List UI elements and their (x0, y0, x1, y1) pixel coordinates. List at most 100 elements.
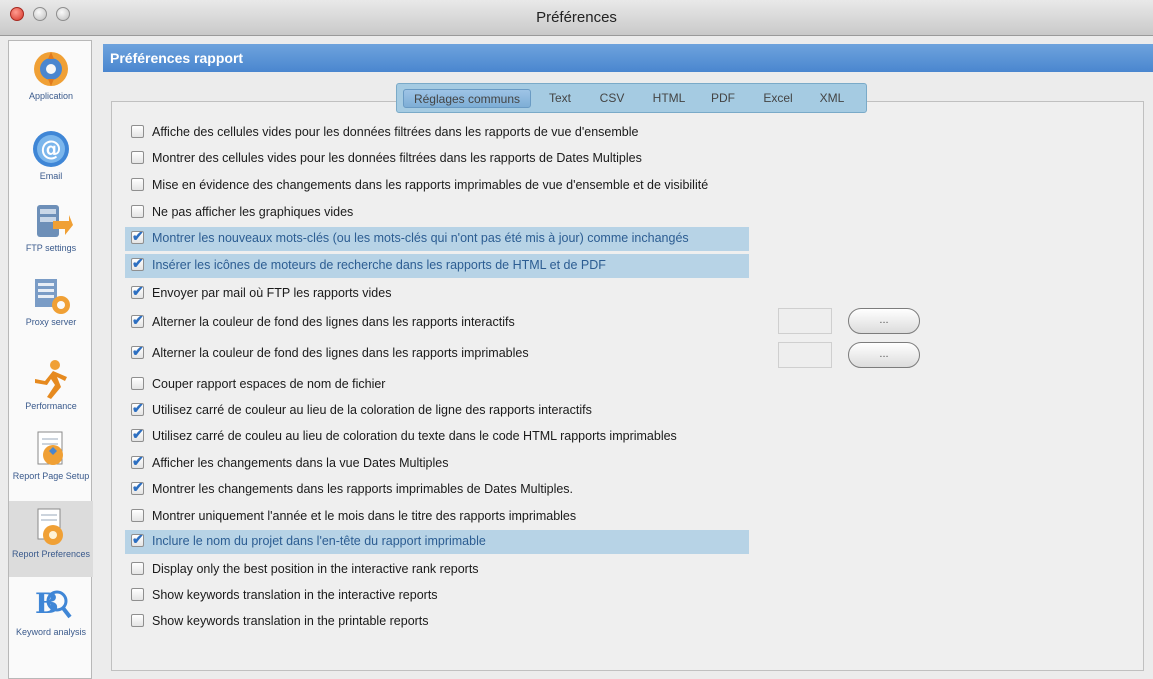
option-checkbox[interactable] (131, 228, 144, 245)
option-label: Utilisez carré de couleu au lieu de colo… (152, 429, 677, 443)
sidebar-item-performance[interactable]: Performance (9, 357, 93, 423)
tab-text[interactable]: Text (539, 89, 581, 108)
option-checkbox[interactable] (131, 283, 144, 300)
preferences-window: Préférences Application @ Email FTP sett… (0, 0, 1153, 679)
option-checkbox[interactable] (131, 125, 144, 138)
option-label: Montrer les nouveaux mots-clés (ou les m… (152, 231, 689, 245)
tab-reglages-communs[interactable]: Réglages communs (403, 89, 531, 108)
tab-pdf[interactable]: PDF (703, 89, 743, 108)
tab-excel[interactable]: Excel (753, 89, 803, 108)
printable-color-button[interactable]: ... (848, 342, 920, 368)
section-header: Préférences rapport (103, 44, 1153, 72)
option-row[interactable]: Afficher les changements dans la vue Dat… (130, 452, 870, 476)
sidebar-label: Proxy server (25, 317, 77, 327)
page-setup-icon (37, 431, 63, 465)
option-row[interactable]: Affiche des cellules vides pour les donn… (130, 121, 870, 145)
option-checkbox[interactable] (131, 509, 144, 522)
option-label: Montrer des cellules vides pour les donn… (152, 151, 642, 165)
option-label: Couper rapport espaces de nom de fichier (152, 377, 386, 391)
option-checkbox[interactable] (131, 178, 144, 191)
interactive-color-well[interactable] (778, 308, 832, 334)
tab-bar: Réglages communs Text CSV HTML PDF Excel… (396, 83, 867, 113)
option-checkbox[interactable] (131, 479, 144, 496)
sidebar-label: Performance (25, 401, 77, 411)
sidebar-label: FTP settings (25, 243, 77, 253)
tab-xml[interactable]: XML (811, 89, 853, 108)
option-row[interactable]: Ne pas afficher les graphiques vides (130, 201, 870, 225)
application-icon (34, 52, 68, 86)
option-checkbox[interactable] (131, 531, 144, 548)
report-preferences-icon (37, 508, 63, 545)
ftp-icon (37, 205, 73, 237)
option-checkbox[interactable] (131, 562, 144, 575)
option-row[interactable]: Utilisez carré de couleu au lieu de colo… (130, 425, 870, 449)
option-checkbox[interactable] (131, 312, 144, 329)
option-row[interactable]: Mise en évidence des changements dans le… (130, 174, 870, 198)
option-row[interactable]: Envoyer par mail où FTP les rapports vid… (130, 282, 870, 306)
option-label: Inclure le nom du projet dans l'en-tête … (152, 534, 486, 548)
option-row[interactable]: Alterner la couleur de fond des lignes d… (130, 342, 870, 366)
option-label: Afficher les changements dans la vue Dat… (152, 456, 449, 470)
option-checkbox[interactable] (131, 205, 144, 218)
option-row[interactable]: Show keywords translation in the interac… (130, 584, 870, 608)
printable-color-well[interactable] (778, 342, 832, 368)
option-row[interactable]: Alterner la couleur de fond des lignes d… (130, 311, 870, 335)
option-label: Alterner la couleur de fond des lignes d… (152, 346, 529, 360)
tab-csv[interactable]: CSV (591, 89, 633, 108)
sidebar-item-report-page-setup[interactable]: Report Page Setup (9, 427, 93, 495)
option-label: Display only the best position in the in… (152, 562, 479, 576)
option-row[interactable]: Insérer les icônes de moteurs de recherc… (125, 254, 749, 278)
option-checkbox[interactable] (131, 255, 144, 272)
sidebar-item-proxy-server[interactable]: Proxy server (9, 273, 93, 343)
option-checkbox[interactable] (131, 377, 144, 390)
option-row[interactable]: Couper rapport espaces de nom de fichier (130, 373, 870, 397)
option-label: Affiche des cellules vides pour les donn… (152, 125, 639, 139)
option-checkbox[interactable] (131, 588, 144, 601)
sidebar-item-report-preferences[interactable]: Report Preferences (9, 501, 93, 577)
sidebar-label: Application (28, 91, 74, 101)
option-checkbox[interactable] (131, 343, 144, 360)
sidebar-item-email[interactable]: @ Email (9, 127, 93, 191)
title-bar: Préférences (0, 0, 1153, 36)
option-row[interactable]: Display only the best position in the in… (130, 558, 870, 582)
option-row[interactable]: Montrer les changements dans les rapport… (130, 478, 870, 502)
keyword-analysis-icon: B (35, 587, 72, 620)
option-row[interactable]: Montrer les nouveaux mots-clés (ou les m… (125, 227, 749, 251)
sidebar-item-ftp-settings[interactable]: FTP settings (9, 199, 93, 265)
preferences-sidebar: Application @ Email FTP settings Proxy s… (8, 40, 93, 679)
option-checkbox[interactable] (131, 400, 144, 417)
option-row[interactable]: Montrer uniquement l'année et le mois da… (130, 505, 870, 529)
option-row[interactable]: Show keywords translation in the printab… (130, 610, 870, 634)
sidebar-label: Report Preferences (11, 549, 91, 559)
option-label: Envoyer par mail où FTP les rapports vid… (152, 286, 392, 300)
performance-icon (35, 360, 67, 399)
option-label: Alterner la couleur de fond des lignes d… (152, 315, 515, 329)
proxy-icon (35, 279, 70, 314)
main-content: Préférences rapport Réglages communs Tex… (103, 44, 1153, 679)
option-label: Utilisez carré de couleur au lieu de la … (152, 403, 592, 417)
sidebar-item-application[interactable]: Application (9, 47, 93, 117)
option-row[interactable]: Montrer des cellules vides pour les donn… (130, 147, 870, 171)
sidebar-label: Report Page Setup (12, 471, 90, 481)
option-checkbox[interactable] (131, 426, 144, 443)
option-label: Show keywords translation in the interac… (152, 588, 438, 602)
sidebar-item-keyword-analysis[interactable]: B Keyword analysis (9, 583, 93, 655)
option-row[interactable]: Utilisez carré de couleur au lieu de la … (130, 399, 870, 423)
option-label: Montrer uniquement l'année et le mois da… (152, 509, 577, 523)
option-label: Montrer les changements dans les rapport… (152, 482, 574, 496)
sidebar-label: Keyword analysis (15, 627, 87, 637)
svg-text:@: @ (41, 137, 62, 161)
email-icon: @ (33, 131, 69, 167)
option-label: Mise en évidence des changements dans le… (152, 178, 709, 192)
section-title: Préférences rapport (110, 50, 244, 66)
interactive-color-button[interactable]: ... (848, 308, 920, 334)
tab-html[interactable]: HTML (643, 89, 695, 108)
option-checkbox[interactable] (131, 453, 144, 470)
sidebar-label: Email (39, 171, 63, 181)
option-label: Show keywords translation in the printab… (152, 614, 429, 628)
option-row[interactable]: Inclure le nom du projet dans l'en-tête … (125, 530, 749, 554)
option-label: Insérer les icônes de moteurs de recherc… (152, 258, 606, 272)
option-checkbox[interactable] (131, 151, 144, 164)
option-label: Ne pas afficher les graphiques vides (152, 205, 354, 219)
option-checkbox[interactable] (131, 614, 144, 627)
